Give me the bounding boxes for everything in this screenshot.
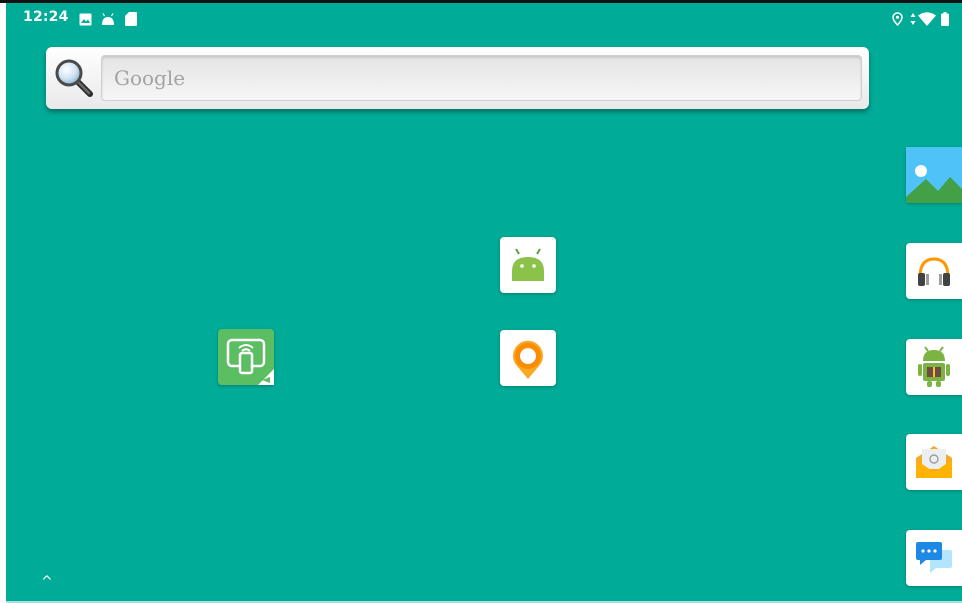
dock-email[interactable] (906, 434, 962, 490)
dock-messaging[interactable] (906, 530, 962, 586)
battery-icon (941, 11, 949, 30)
app-screen-mirror[interactable] (218, 329, 274, 385)
dock-android-app[interactable] (906, 339, 962, 395)
map-pin-icon (513, 340, 543, 379)
dock-gallery[interactable] (906, 147, 962, 203)
screen-top-border (0, 0, 962, 3)
app-drawer-caret[interactable]: ^ (41, 574, 53, 590)
headphones-icon (918, 257, 950, 286)
android-icon (101, 11, 115, 30)
app-maps[interactable] (500, 330, 556, 386)
email-icon (916, 446, 952, 478)
magnifier-icon[interactable] (54, 58, 94, 98)
gallery-icon (906, 147, 962, 203)
screen-mirror-icon (218, 329, 274, 385)
messaging-icon (916, 542, 952, 573)
status-bar: 12:24 (6, 3, 962, 33)
location-icon (892, 11, 903, 30)
screen-left-border (0, 0, 6, 603)
dock-music[interactable] (906, 243, 962, 299)
search-input[interactable]: Google (101, 55, 862, 101)
sd-card-icon (125, 11, 137, 30)
image-icon (79, 11, 92, 30)
wifi-icon (918, 11, 936, 30)
app-android[interactable] (500, 237, 556, 293)
android-icon (512, 248, 544, 281)
status-time: 12:24 (23, 9, 69, 25)
search-placeholder: Google (114, 66, 186, 90)
data-transfer-icon (910, 11, 916, 30)
google-search-widget[interactable]: Google (46, 47, 869, 109)
android-gift-icon (918, 346, 950, 387)
